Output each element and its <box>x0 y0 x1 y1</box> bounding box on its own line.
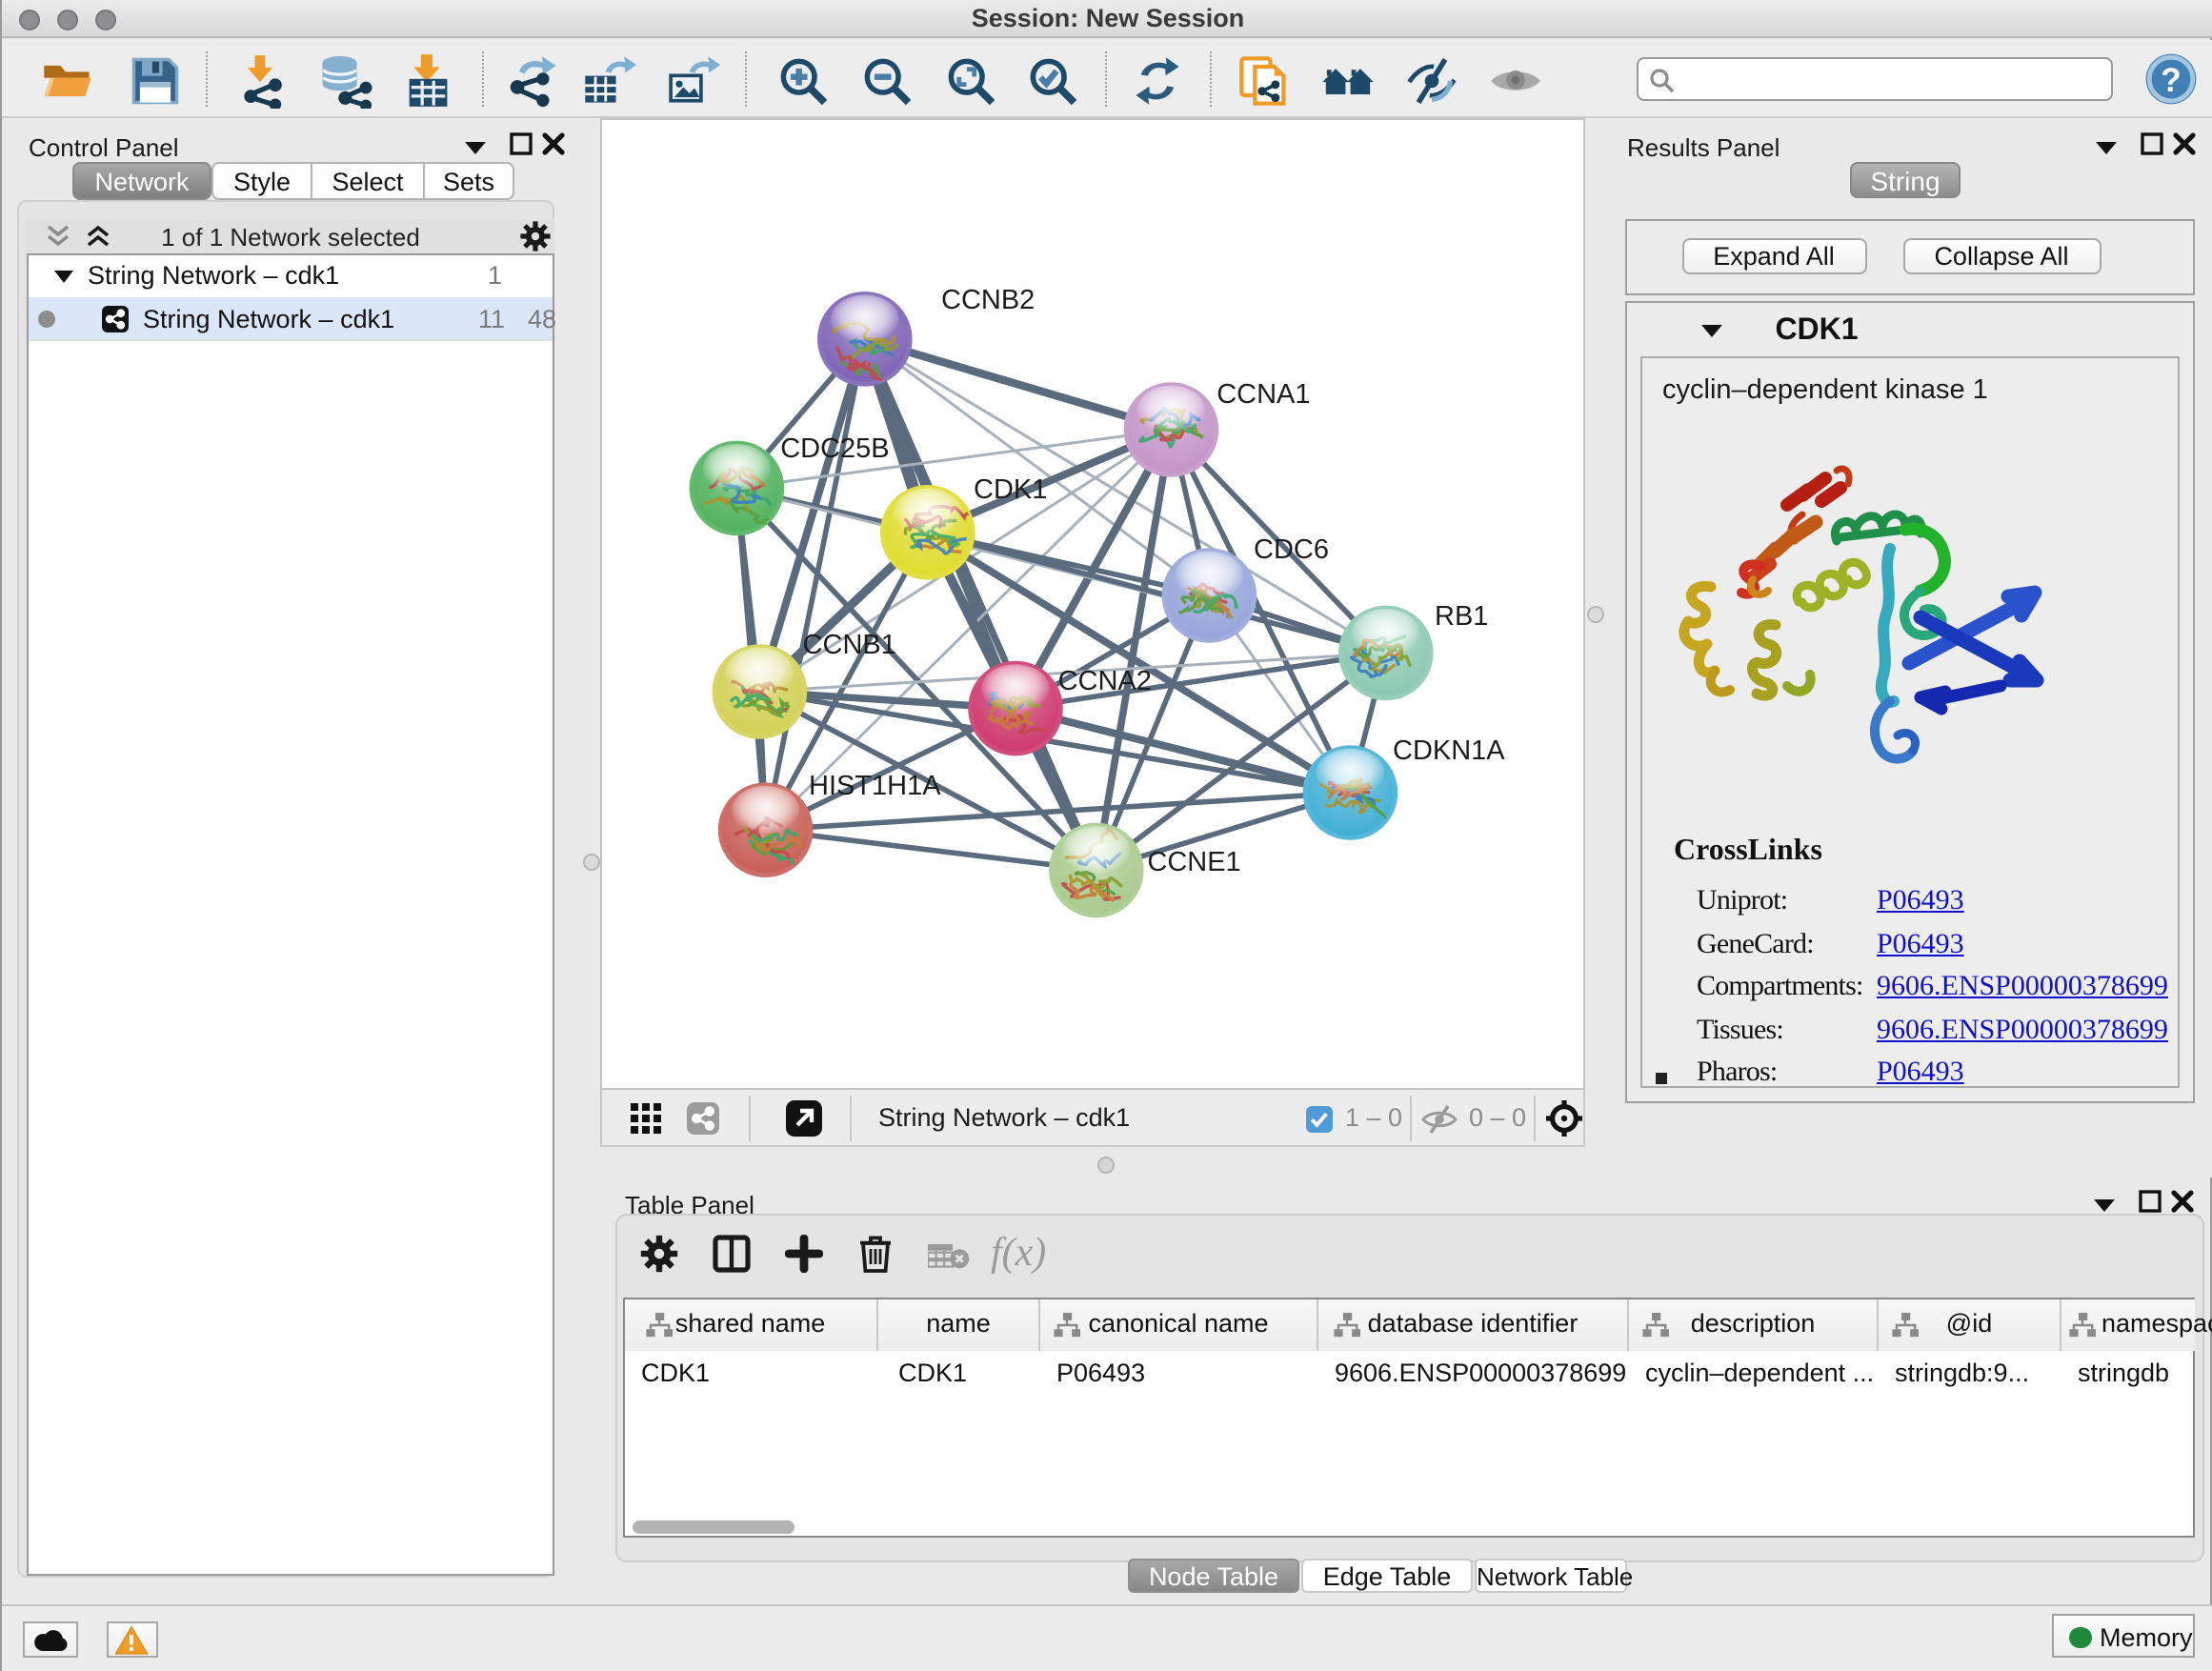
svg-text:CCNB2: CCNB2 <box>941 285 1035 315</box>
svg-text:CCNE1: CCNE1 <box>1147 847 1240 877</box>
svg-text:RB1: RB1 <box>1435 601 1488 632</box>
svg-text:HIST1H1A: HIST1H1A <box>809 771 941 801</box>
svg-text:CDC25B: CDC25B <box>780 433 889 464</box>
svg-text:CCNA2: CCNA2 <box>1058 666 1152 696</box>
svg-text:CCNB1: CCNB1 <box>803 630 896 660</box>
svg-text:CDKN1A: CDKN1A <box>1393 735 1505 766</box>
svg-text:CDC6: CDC6 <box>1254 534 1329 565</box>
svg-text:CCNA1: CCNA1 <box>1217 379 1310 410</box>
svg-text:?: ? <box>2161 62 2181 99</box>
svg-text:CDK1: CDK1 <box>974 474 1047 505</box>
